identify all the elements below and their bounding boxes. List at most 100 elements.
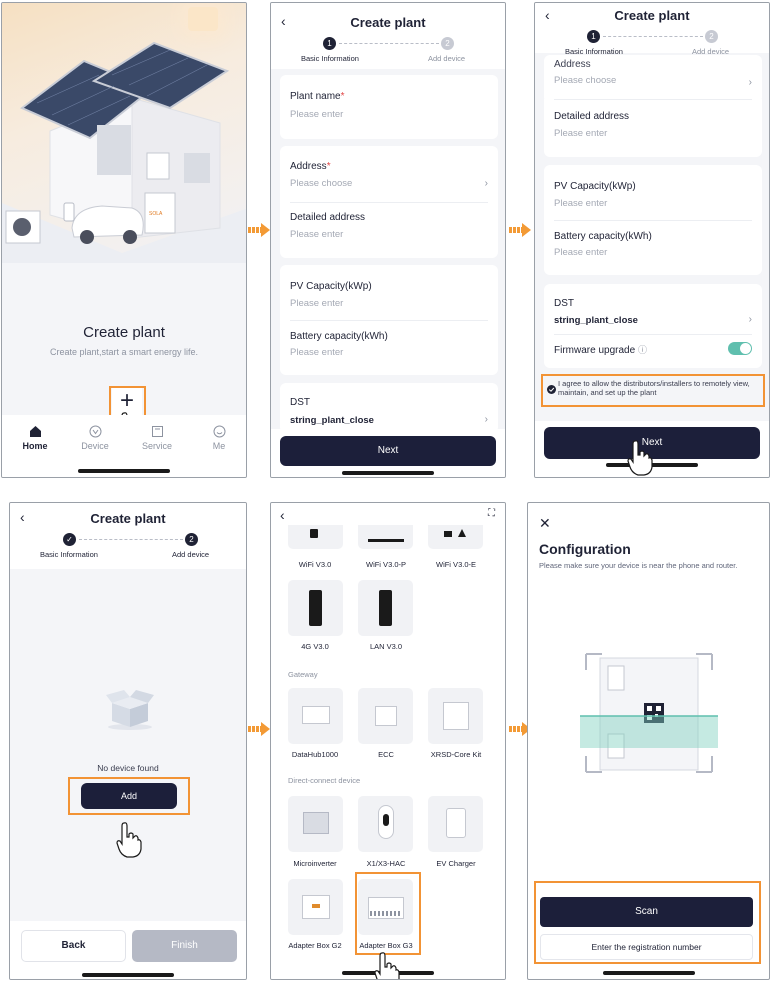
capacity-card: PV Capacity(kWp) Please enter Battery ca… xyxy=(280,265,498,375)
pv-capacity-input[interactable]: Please enter xyxy=(290,298,343,309)
header: ‹ Create plant 1 2 Basic Information Add… xyxy=(271,3,505,69)
chevron-right-icon: › xyxy=(484,178,488,189)
highlight-box xyxy=(68,777,190,815)
device-tile-adapter-g2[interactable] xyxy=(288,879,343,935)
tab-service-label: Service xyxy=(141,441,172,451)
battery-capacity-input[interactable]: Please enter xyxy=(290,347,343,358)
step-1-label: Basic Information xyxy=(565,47,623,56)
device-tile-ev-charger[interactable] xyxy=(428,796,483,852)
address-label: Address xyxy=(554,59,591,70)
step-2-dot: 2 xyxy=(441,37,454,50)
dst-select[interactable]: string_plant_close xyxy=(554,315,638,326)
plant-name-input[interactable]: Please enter xyxy=(290,109,343,120)
address-label: Address* xyxy=(290,161,331,172)
battery-capacity-input[interactable]: Please enter xyxy=(554,247,607,258)
battery-capacity-label: Battery capacity(kWh) xyxy=(554,231,652,242)
screen-add-device: ‹ Create plant ✓ 2 Basic Information Add… xyxy=(9,502,247,980)
tab-service[interactable]: Service xyxy=(132,425,182,451)
configuration-description: Please make sure your device is near the… xyxy=(539,561,738,570)
divider xyxy=(554,220,752,221)
tab-device[interactable]: Device xyxy=(70,425,120,451)
home-indicator xyxy=(78,469,170,473)
step-2-label: Add device xyxy=(172,550,210,559)
step-1-label: Basic Information xyxy=(40,550,98,559)
screen-home: SOLA Create plant Create plant,start a s… xyxy=(1,2,247,478)
device-label: XRSD-Core Kit xyxy=(430,750,482,759)
header: ‹ Create plant ✓ 2 Basic Information Add… xyxy=(10,503,246,569)
step-2-dot: 2 xyxy=(185,533,198,546)
device-tile-lan[interactable] xyxy=(358,580,413,636)
capacity-card: PV Capacity(kWp) Please enter Battery ca… xyxy=(544,165,762,275)
device-tile-hac[interactable] xyxy=(358,796,413,852)
detailed-address-card: Detailed address Please enter xyxy=(544,99,762,157)
close-icon[interactable]: ✕ xyxy=(539,515,551,532)
home-indicator xyxy=(82,973,174,977)
dst-card: DST string_plant_close › xyxy=(280,383,498,433)
device-tile-wifi-e[interactable] xyxy=(428,525,483,549)
finish-button[interactable]: Finish xyxy=(132,930,237,962)
device-tile-microinverter[interactable] xyxy=(288,796,343,852)
step-connector xyxy=(603,36,703,37)
stepper: 1 2 Basic Information Add device xyxy=(271,37,505,67)
device-icon xyxy=(89,425,101,438)
hand-pointer-icon xyxy=(116,822,142,858)
step-1-label: Basic Information xyxy=(301,54,359,63)
dst-select[interactable]: string_plant_close xyxy=(290,415,374,426)
pv-capacity-label: PV Capacity(kWp) xyxy=(554,181,636,192)
divider xyxy=(554,99,752,100)
tab-device-label: Device xyxy=(81,441,109,451)
device-tile-xrsd[interactable] xyxy=(428,688,483,744)
create-plant-title: Create plant xyxy=(83,324,165,341)
tab-me[interactable]: Me xyxy=(194,425,244,451)
back-button[interactable]: Back xyxy=(21,930,126,962)
device-tile-datahub[interactable] xyxy=(288,688,343,744)
dst-card: DST string_plant_close › Firmware upgrad… xyxy=(544,284,762,368)
highlight-box xyxy=(355,872,421,955)
header: ‹ Create plant 1 2 Basic Information Add… xyxy=(535,3,769,56)
tab-home[interactable]: Home xyxy=(10,425,60,451)
plant-name-card: Plant name* Please enter xyxy=(280,75,498,139)
device-tile-4g[interactable] xyxy=(288,580,343,636)
step-1-dot: 1 xyxy=(587,30,600,43)
service-icon xyxy=(151,426,163,437)
step-connector xyxy=(339,43,439,44)
device-scan-illustration xyxy=(580,653,718,773)
divider xyxy=(554,334,752,335)
hero-illustration: SOLA xyxy=(2,3,246,263)
device-label: DataHub1000 xyxy=(291,750,339,759)
device-label: EV Charger xyxy=(436,859,476,868)
empty-box-icon xyxy=(106,690,154,730)
device-label: WiFi V3.0-E xyxy=(435,560,476,569)
device-label: ECC xyxy=(378,750,394,759)
device-tile-ecc[interactable] xyxy=(358,688,413,744)
dst-label: DST xyxy=(290,397,310,408)
device-label: WiFi V3.0 xyxy=(298,560,332,569)
help-icon[interactable]: ⓘ xyxy=(638,345,647,355)
device-tile-wifi[interactable] xyxy=(288,525,343,549)
pv-capacity-input[interactable]: Please enter xyxy=(554,198,607,209)
screen-device-list: ‹ ⛶ WiFi V3.0 WiFi V3.0-P WiFi V3.0-E 4G… xyxy=(270,502,506,980)
pv-capacity-label: PV Capacity(kWp) xyxy=(290,281,372,292)
chevron-right-icon: › xyxy=(748,314,752,325)
scan-icon[interactable]: ⛶ xyxy=(488,508,495,519)
device-label: Adapter Box G2 xyxy=(288,941,342,950)
firmware-upgrade-toggle[interactable] xyxy=(728,342,752,355)
home-icon xyxy=(29,426,41,437)
stepper: ✓ 2 Basic Information Add device xyxy=(10,533,246,563)
empty-state-text: No device found xyxy=(97,763,159,773)
page-title: Create plant xyxy=(350,15,426,30)
configuration-title: Configuration xyxy=(539,541,631,557)
divider xyxy=(290,320,488,321)
next-button[interactable]: Next xyxy=(280,436,496,466)
back-icon[interactable]: ‹ xyxy=(280,507,285,523)
step-connector xyxy=(79,539,183,540)
flow-arrow xyxy=(248,722,270,736)
detailed-address-input[interactable]: Please enter xyxy=(290,229,343,240)
detailed-address-input[interactable]: Please enter xyxy=(554,128,607,139)
dst-label: DST xyxy=(554,298,574,309)
battery-capacity-label: Battery capacity(kWh) xyxy=(290,331,388,342)
device-tile-wifi-p[interactable] xyxy=(358,525,413,549)
address-select[interactable]: Please choose xyxy=(290,178,352,189)
bottom-tab-bar: Home Device Service Me xyxy=(2,415,246,477)
address-select[interactable]: Please choose xyxy=(554,75,616,86)
